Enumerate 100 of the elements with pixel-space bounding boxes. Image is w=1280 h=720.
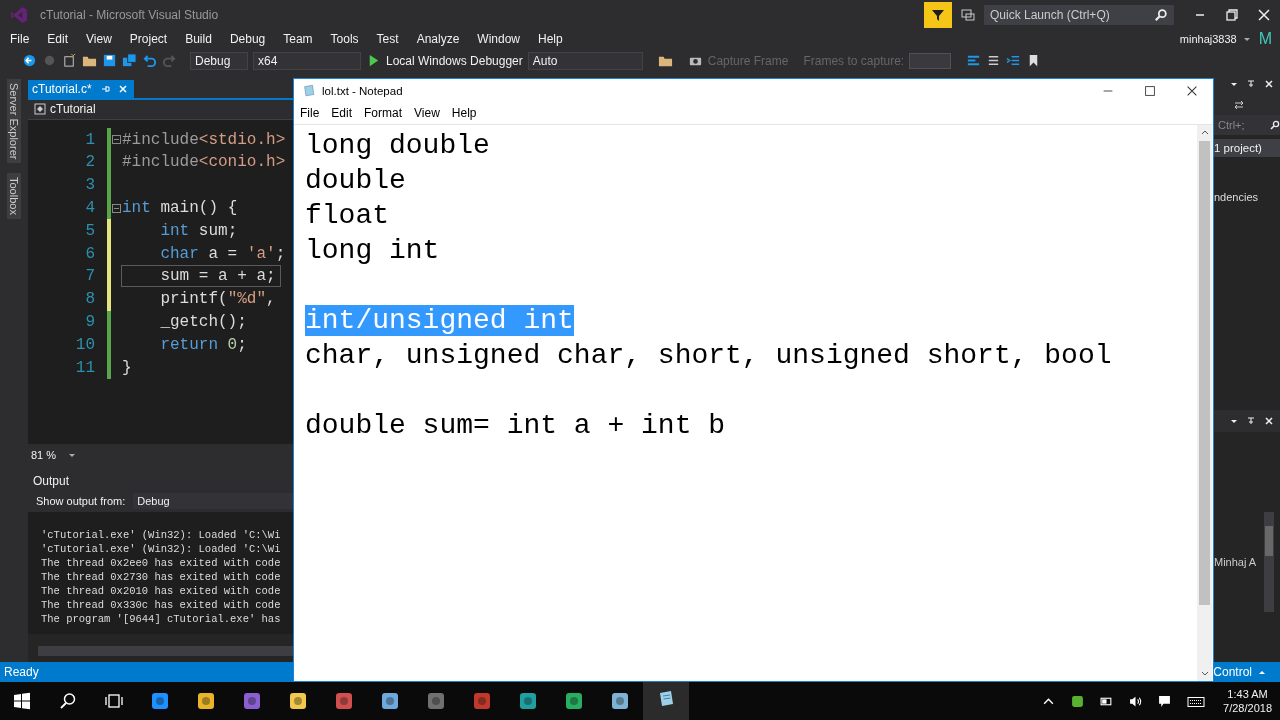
caret-icon[interactable] bbox=[1230, 80, 1238, 88]
window-title: cTutorial - Microsoft Visual Studio bbox=[40, 8, 219, 22]
menu-item[interactable]: Help bbox=[451, 106, 477, 120]
code-line: printf("%d", bbox=[159, 289, 276, 310]
menu-item[interactable]: Team bbox=[283, 32, 313, 46]
avatar[interactable]: M bbox=[1258, 30, 1272, 48]
status-text: Ready bbox=[4, 665, 39, 679]
output-line: The thread 0x2ee0 has exited with code bbox=[41, 556, 282, 570]
start-debugger-button[interactable]: Local Windows Debugger bbox=[386, 53, 523, 68]
search-field[interactable]: Ctrl+; bbox=[1214, 115, 1280, 135]
clock-date[interactable]: 7/28/2018 bbox=[1223, 701, 1272, 715]
tree-item[interactable]: 1 project) bbox=[1214, 139, 1280, 157]
pin-icon[interactable] bbox=[99, 83, 110, 94]
volume-icon[interactable] bbox=[1129, 694, 1143, 708]
menu-item[interactable]: Help bbox=[538, 32, 563, 46]
clock-time[interactable]: 1:43 AM bbox=[1227, 687, 1268, 701]
close-icon[interactable] bbox=[1256, 7, 1272, 23]
zoom-dropdown[interactable]: 81 % bbox=[31, 449, 57, 462]
tray-app-icon[interactable] bbox=[1071, 694, 1085, 708]
sync-icon[interactable] bbox=[1234, 100, 1244, 110]
toolbar-icon[interactable] bbox=[966, 53, 982, 68]
save-all-icon[interactable] bbox=[122, 53, 137, 68]
source-dropdown[interactable]: Debug bbox=[133, 493, 293, 509]
side-tab[interactable]: Toolbox bbox=[7, 173, 21, 220]
notification-icon[interactable] bbox=[1158, 694, 1172, 708]
back-icon[interactable] bbox=[22, 53, 37, 68]
list-item[interactable]: Minhaj A bbox=[1214, 556, 1264, 568]
line-number: 3 bbox=[84, 176, 95, 195]
menu-item[interactable]: Analyze bbox=[416, 32, 460, 46]
output-line: The thread 0x330c has exited with code bbox=[41, 598, 282, 612]
menu-item[interactable]: View bbox=[86, 32, 112, 46]
scrollbar[interactable] bbox=[1264, 512, 1274, 612]
caret-icon[interactable] bbox=[1242, 35, 1251, 43]
save-icon[interactable] bbox=[102, 53, 117, 68]
code-line: } bbox=[122, 357, 132, 378]
start-icon[interactable] bbox=[12, 691, 32, 711]
configuration-dropdown[interactable]: Debug bbox=[190, 51, 248, 70]
maximize-icon[interactable] bbox=[1143, 83, 1157, 98]
menu-item[interactable]: Project bbox=[129, 32, 168, 46]
restore-icon[interactable] bbox=[1224, 7, 1240, 23]
indent-icon[interactable] bbox=[1006, 53, 1022, 68]
logo-icon bbox=[10, 6, 28, 24]
new-item-icon[interactable] bbox=[62, 53, 77, 68]
project-icon bbox=[34, 103, 46, 116]
code-line: return 0; bbox=[159, 334, 247, 355]
user-name[interactable]: minhaj3838 bbox=[1179, 33, 1237, 45]
output-line: 'cTutorial.exe' (Win32): Loaded 'C:\Wi bbox=[41, 528, 282, 542]
status-control[interactable]: Control bbox=[1213, 665, 1252, 679]
menu-item[interactable]: File bbox=[10, 32, 30, 46]
search-icon[interactable] bbox=[1154, 8, 1168, 22]
platform-dropdown[interactable]: x64 bbox=[253, 51, 361, 70]
undo-icon[interactable] bbox=[142, 53, 157, 68]
quick-launch-field[interactable]: Quick Launch (Ctrl+Q) bbox=[984, 5, 1174, 25]
app-icon[interactable] bbox=[196, 691, 216, 711]
caret-icon[interactable] bbox=[1230, 417, 1238, 425]
app-icon[interactable] bbox=[564, 691, 584, 711]
menu-item[interactable]: Format bbox=[364, 106, 403, 120]
code-line: #include<conio.h> bbox=[122, 152, 286, 173]
frames-field[interactable] bbox=[909, 52, 952, 69]
scope-label[interactable]: cTutorial bbox=[50, 102, 96, 117]
feedback-icon[interactable] bbox=[960, 7, 976, 23]
app-icon[interactable] bbox=[150, 691, 170, 711]
target-dropdown[interactable]: Auto bbox=[527, 51, 643, 70]
line-number: 2 bbox=[84, 153, 95, 172]
text-line: float bbox=[305, 200, 389, 231]
app-icon[interactable] bbox=[288, 691, 308, 711]
menu-item[interactable]: Tools bbox=[330, 32, 359, 46]
text-line: double bbox=[305, 165, 406, 196]
close-icon[interactable] bbox=[1264, 79, 1274, 89]
keyboard-icon[interactable] bbox=[1187, 694, 1206, 708]
side-tab[interactable]: Server Explorer bbox=[7, 79, 21, 164]
scrollbar-thumb[interactable] bbox=[1199, 141, 1210, 605]
caret-icon[interactable] bbox=[68, 451, 77, 460]
task-view-icon[interactable] bbox=[104, 691, 124, 711]
app-icon[interactable] bbox=[518, 691, 538, 711]
menu-item[interactable]: Build bbox=[185, 32, 212, 46]
search-icon[interactable] bbox=[58, 691, 78, 711]
close-icon[interactable] bbox=[1264, 416, 1274, 426]
line-number: 6 bbox=[84, 244, 95, 263]
app-icon[interactable] bbox=[380, 691, 400, 711]
collapse-icon[interactable] bbox=[112, 203, 121, 213]
pin-icon[interactable] bbox=[1246, 416, 1256, 426]
scrollbar[interactable] bbox=[38, 646, 293, 656]
app-icon[interactable] bbox=[610, 691, 630, 711]
menu-item[interactable]: Debug bbox=[229, 32, 266, 46]
tree-item[interactable]: ndencies bbox=[1214, 191, 1280, 203]
menu-item[interactable]: Test bbox=[376, 32, 399, 46]
menu-item[interactable]: View bbox=[414, 106, 440, 120]
pin-icon[interactable] bbox=[1246, 79, 1256, 89]
menu-item[interactable]: Edit bbox=[331, 106, 353, 120]
menu-item[interactable]: Edit bbox=[47, 32, 69, 46]
collapse-icon[interactable] bbox=[112, 135, 121, 145]
filter-icon[interactable] bbox=[924, 2, 952, 28]
line-number: 9 bbox=[84, 313, 95, 332]
menu-item[interactable]: Window bbox=[477, 32, 520, 46]
document-tab[interactable]: cTutorial.c* bbox=[28, 80, 134, 98]
search-icon[interactable] bbox=[1270, 120, 1280, 130]
menu-item[interactable]: File bbox=[300, 106, 320, 120]
output-line: The thread 0x2730 has exited with code bbox=[41, 570, 282, 584]
text-line: char, unsigned char, short, unsigned short, bool bbox=[305, 340, 1112, 371]
